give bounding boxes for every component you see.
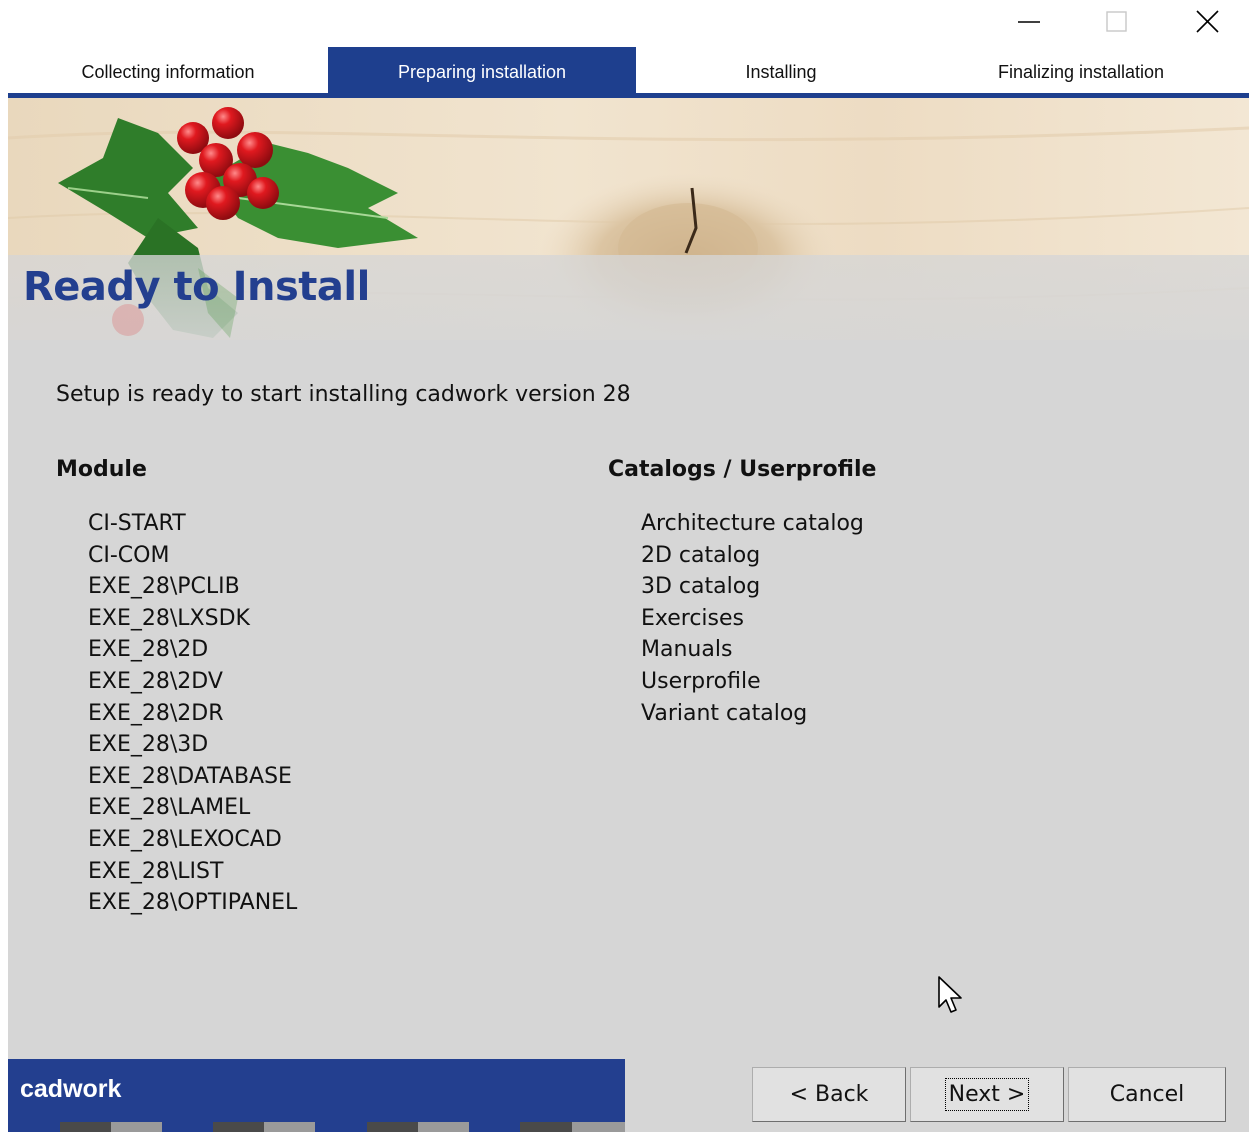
list-item: EXE_28\LXSDK	[88, 605, 250, 631]
tab-finalizing-installation: Finalizing installation	[997, 62, 1165, 82]
tab-collecting-information: Collecting information	[81, 62, 255, 82]
list-item: EXE_28\PCLIB	[88, 574, 240, 600]
list-item: EXE_28\2DR	[88, 700, 224, 726]
catalogs-heading: Catalogs / Userprofile	[608, 457, 877, 482]
maximize-icon	[1106, 11, 1127, 32]
list-item: EXE_28\OPTIPANEL	[88, 890, 298, 916]
minimize-icon	[1018, 21, 1040, 23]
list-item: CI-START	[88, 511, 186, 536]
module-heading: Module	[56, 457, 147, 482]
list-item: Exercises	[641, 605, 745, 631]
close-icon	[1196, 10, 1219, 33]
tab-installing: Installing	[745, 62, 817, 82]
page-title: Ready to Install	[23, 264, 370, 310]
next-button[interactable]: Next >	[910, 1067, 1064, 1122]
close-button[interactable]	[1162, 0, 1249, 46]
minimize-button[interactable]	[984, 0, 1074, 46]
catalogs-list: Architecture catalog 2D catalog 3D catal…	[641, 508, 864, 729]
back-button[interactable]: < Back	[752, 1067, 906, 1122]
list-item: Variant catalog	[641, 700, 808, 726]
intro-text: Setup is ready to start installing cadwo…	[56, 382, 631, 407]
brand-name: cadwork	[20, 1075, 122, 1103]
brand-bar: cadwork	[8, 1059, 625, 1122]
module-list: CI-START CI-COM EXE_28\PCLIB EXE_28\LXSD…	[88, 508, 297, 919]
title-bar	[0, 0, 1249, 46]
cancel-button[interactable]: Cancel	[1068, 1067, 1226, 1122]
list-item: EXE_28\DATABASE	[88, 763, 292, 789]
list-item: Architecture catalog	[641, 511, 864, 536]
list-item: EXE_28\LAMEL	[88, 795, 251, 821]
cancel-button-label: Cancel	[1109, 1082, 1185, 1107]
list-item: EXE_28\LIST	[88, 858, 224, 884]
list-item: 2D catalog	[641, 542, 761, 568]
list-item: EXE_28\2D	[88, 637, 209, 663]
back-button-label: < Back	[789, 1082, 869, 1107]
tab-preparing-installation: Preparing installation	[328, 47, 636, 93]
list-item: Manuals	[641, 637, 733, 663]
next-button-label: Next >	[944, 1078, 1030, 1111]
list-item: CI-COM	[88, 542, 170, 568]
list-item: 3D catalog	[641, 574, 761, 600]
list-item: EXE_28\3D	[88, 732, 209, 758]
maximize-button[interactable]	[1073, 0, 1163, 46]
step-tabs: Collecting information Preparing install…	[8, 47, 1249, 93]
list-item: EXE_28\2DV	[88, 668, 223, 694]
mouse-cursor-icon	[938, 976, 962, 1013]
list-item: Userprofile	[641, 668, 761, 694]
brand-stripe	[8, 1122, 625, 1132]
list-item: EXE_28\LEXOCAD	[88, 826, 282, 852]
